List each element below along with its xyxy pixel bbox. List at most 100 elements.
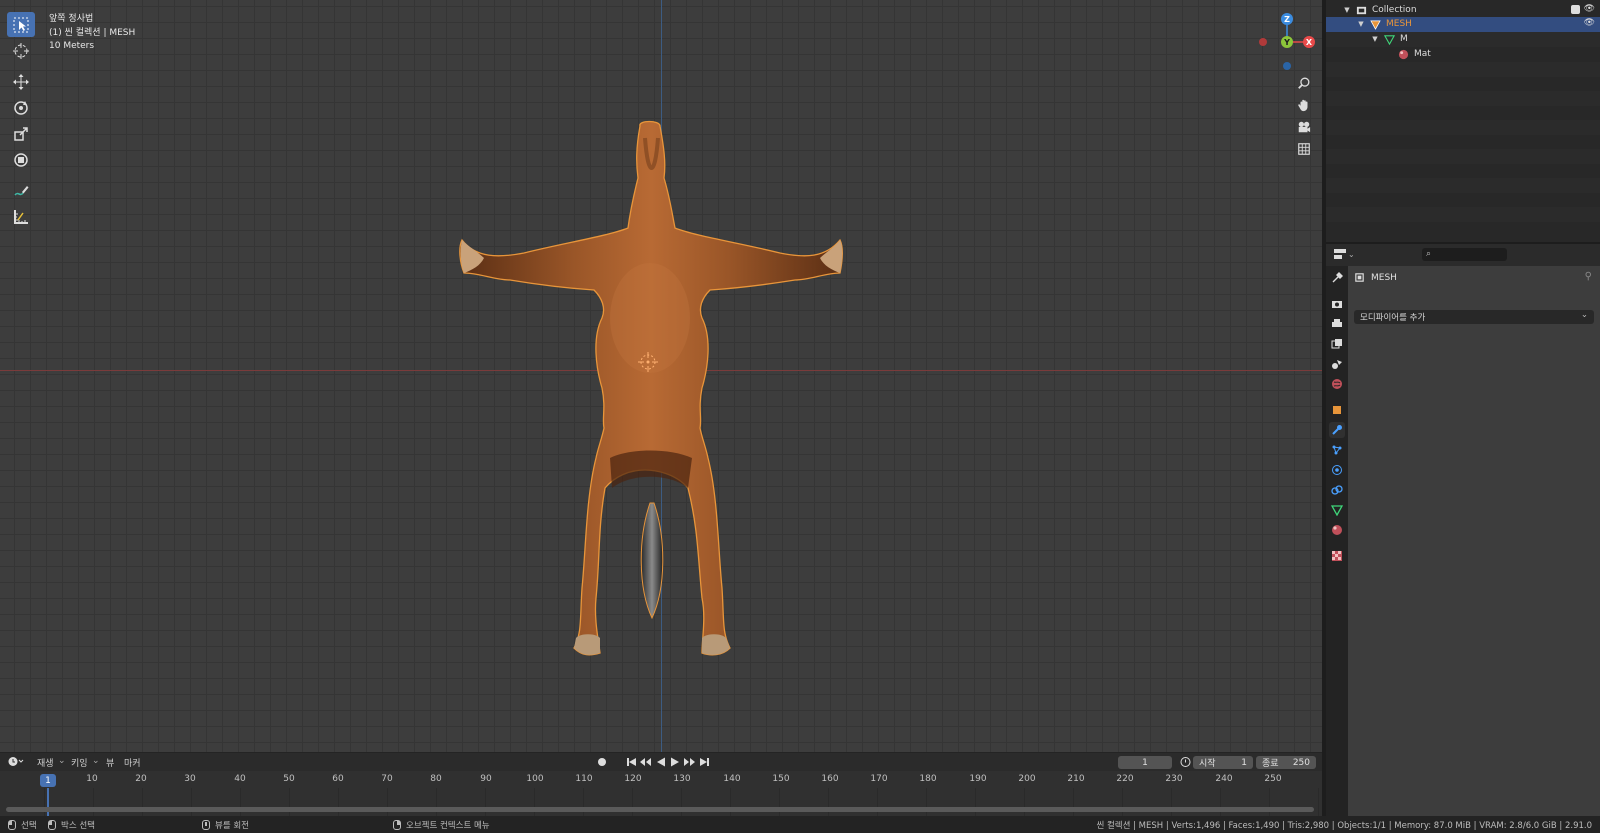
tab-tool[interactable] bbox=[1329, 270, 1345, 286]
tab-view-layer[interactable] bbox=[1329, 336, 1345, 352]
outliner-row-mesh-data[interactable]: ▼ M bbox=[1326, 32, 1600, 47]
jump-end-button[interactable] bbox=[698, 756, 710, 768]
outliner-panel[interactable]: ▼ Collection 👁 ▼ MESH 👁 ▼ M Mat bbox=[1324, 0, 1600, 242]
status-bar: 선택 박스 선택 뷰를 회전 오브젝트 컨텍스트 메뉴 씬 컬렉션 | MESH… bbox=[0, 816, 1600, 833]
properties-search-input[interactable]: ⌕ bbox=[1422, 248, 1507, 261]
scale-tool[interactable] bbox=[7, 121, 35, 146]
tab-physics[interactable] bbox=[1329, 462, 1345, 478]
pin-icon[interactable]: ⚲ bbox=[1585, 271, 1592, 282]
viewport-info: 앞쪽 정사법 (1) 씬 컬렉션 | MESH 10 Meters bbox=[49, 13, 135, 54]
play-reverse-button[interactable] bbox=[655, 756, 667, 768]
tick-label: 120 bbox=[624, 774, 642, 784]
prev-keyframe-button[interactable] bbox=[640, 756, 652, 768]
outliner-row-collection[interactable]: ▼ Collection 👁 bbox=[1326, 3, 1600, 18]
rotate-icon bbox=[14, 100, 28, 115]
expand-triangle-icon[interactable]: ▼ bbox=[1370, 35, 1380, 43]
tab-modifiers[interactable] bbox=[1329, 422, 1345, 438]
tab-constraints[interactable] bbox=[1329, 482, 1345, 498]
timeline-editor[interactable]: 재생 ⌄ 키잉 ⌄ 뷰 마커 1 시작 1 종료 250 1 10 20 30 bbox=[0, 752, 1322, 816]
add-modifier-dropdown[interactable]: 모디파이어를 추가 ⌄ bbox=[1354, 310, 1594, 324]
current-frame-field[interactable]: 1 bbox=[1118, 756, 1172, 769]
end-label: 종료 bbox=[1262, 759, 1279, 769]
frame-ruler[interactable]: 1 10 20 30 40 50 60 70 80 90 100 110 120… bbox=[0, 773, 1322, 787]
grid-icon bbox=[1298, 143, 1310, 155]
jump-start-button[interactable] bbox=[626, 756, 638, 768]
keying-menu[interactable]: 키잉 bbox=[71, 756, 88, 769]
scene-icon bbox=[1332, 360, 1342, 369]
exclude-checkbox[interactable] bbox=[1571, 5, 1580, 14]
end-frame-field[interactable]: 종료 250 bbox=[1256, 756, 1316, 769]
start-value: 1 bbox=[1241, 757, 1247, 768]
camera-view-button[interactable] bbox=[1293, 117, 1315, 137]
eye-icon[interactable]: 👁 bbox=[1584, 18, 1595, 28]
tab-texture[interactable] bbox=[1329, 548, 1345, 564]
current-frame-indicator[interactable]: 1 bbox=[40, 774, 56, 787]
editor-type-button[interactable]: ⌄ bbox=[1334, 249, 1355, 260]
next-keyframe-button[interactable] bbox=[683, 756, 695, 768]
mouse-right-icon bbox=[393, 820, 401, 830]
tool-icon bbox=[1332, 272, 1343, 283]
select-box-tool[interactable] bbox=[7, 12, 35, 37]
tick-label: 150 bbox=[772, 774, 790, 784]
status-box-select-label: 박스 선택 bbox=[61, 821, 95, 831]
perspective-toggle-button[interactable] bbox=[1293, 139, 1315, 159]
record-button[interactable] bbox=[596, 756, 608, 768]
pan-view-button[interactable] bbox=[1293, 95, 1315, 115]
rotate-tool[interactable] bbox=[7, 95, 35, 120]
gizmo-x-axis[interactable]: X bbox=[1303, 36, 1315, 48]
outliner-empty-row bbox=[1326, 91, 1600, 106]
tick-label: 110 bbox=[575, 774, 593, 784]
chevron-down-icon: ⌄ bbox=[1348, 250, 1355, 259]
tick-label: 70 bbox=[381, 774, 393, 784]
cursor-tool[interactable] bbox=[7, 38, 35, 63]
horse-mesh-object[interactable] bbox=[440, 118, 880, 678]
annotate-tool[interactable] bbox=[7, 178, 35, 203]
gizmo-neg-x-axis[interactable] bbox=[1259, 38, 1267, 46]
tick-label: 160 bbox=[821, 774, 839, 784]
jump-start-icon bbox=[627, 758, 636, 766]
gizmo-z-axis[interactable]: Z bbox=[1281, 13, 1293, 25]
outliner-row-material[interactable]: Mat bbox=[1326, 47, 1600, 62]
expand-triangle-icon[interactable]: ▼ bbox=[1356, 20, 1366, 28]
outliner-row-mesh[interactable]: ▼ MESH 👁 bbox=[1326, 17, 1600, 32]
3d-cursor-icon bbox=[13, 42, 29, 59]
playback-menu[interactable]: 재생 bbox=[37, 756, 54, 769]
tab-output[interactable] bbox=[1329, 316, 1345, 332]
gizmo-y-axis[interactable]: Y bbox=[1281, 36, 1293, 48]
timeline-scrollbar[interactable] bbox=[6, 807, 1314, 812]
expand-triangle-icon[interactable]: ▼ bbox=[1342, 6, 1352, 14]
properties-panel[interactable]: ⌄ ⌕ MESH ⚲ 모디파이어를 추가 ⌄ bbox=[1324, 242, 1600, 818]
tab-scene[interactable] bbox=[1329, 356, 1345, 372]
next-keyframe-icon bbox=[684, 758, 695, 766]
tab-particles[interactable] bbox=[1329, 442, 1345, 458]
marker-menu[interactable]: 마커 bbox=[124, 756, 141, 769]
start-frame-field[interactable]: 시작 1 bbox=[1193, 756, 1253, 769]
material-sphere-icon bbox=[1332, 525, 1342, 535]
3d-viewport[interactable]: 앞쪽 정사법 (1) 씬 컬렉션 | MESH 10 Meters Z Y X bbox=[0, 0, 1322, 752]
tab-world[interactable] bbox=[1329, 376, 1345, 392]
preview-range-toggle[interactable] bbox=[1180, 756, 1191, 770]
measure-tool[interactable] bbox=[7, 204, 35, 229]
hand-icon bbox=[1298, 99, 1308, 112]
tab-material[interactable] bbox=[1329, 522, 1345, 538]
editor-type-button[interactable] bbox=[8, 756, 24, 770]
transform-tool[interactable] bbox=[7, 147, 35, 172]
tab-mesh-data[interactable] bbox=[1329, 502, 1345, 518]
outliner-label: Mat bbox=[1414, 49, 1431, 60]
eye-icon[interactable]: 👁 bbox=[1584, 4, 1595, 14]
move-tool[interactable] bbox=[7, 69, 35, 94]
play-button[interactable] bbox=[669, 756, 681, 768]
record-icon bbox=[598, 758, 606, 766]
tick-label: 180 bbox=[919, 774, 937, 784]
outliner-label: Collection bbox=[1372, 5, 1417, 16]
zoom-view-button[interactable] bbox=[1293, 73, 1315, 93]
view-layer-icon bbox=[1331, 339, 1342, 349]
tick-label: 250 bbox=[1264, 774, 1282, 784]
view-menu[interactable]: 뷰 bbox=[106, 756, 114, 769]
tab-render[interactable] bbox=[1329, 296, 1345, 312]
tick-label: 90 bbox=[480, 774, 492, 784]
gizmo-neg-z-axis[interactable] bbox=[1283, 62, 1291, 70]
end-value: 250 bbox=[1292, 757, 1310, 768]
tab-object[interactable] bbox=[1329, 402, 1345, 418]
navigation-gizmo[interactable]: Z Y X bbox=[1248, 10, 1318, 76]
